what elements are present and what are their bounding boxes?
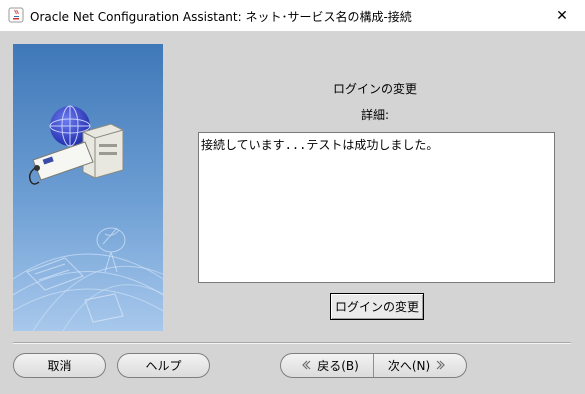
footer-separator xyxy=(13,342,571,344)
cancel-button[interactable]: 取消 xyxy=(13,353,106,378)
cancel-label: 取消 xyxy=(47,359,72,373)
chevron-left-icon xyxy=(301,359,311,373)
help-button[interactable]: ヘルプ xyxy=(117,353,210,378)
chevron-right-icon xyxy=(436,359,446,373)
change-login-button[interactable]: ログインの変更 xyxy=(330,293,424,320)
close-icon: ✕ xyxy=(556,7,568,24)
details-text: 接続しています...テストは成功しました。 xyxy=(201,138,439,152)
java-app-icon xyxy=(8,7,24,23)
next-label: 次へ(N) xyxy=(387,359,431,373)
next-button[interactable]: 次へ(N) xyxy=(374,354,466,377)
help-label: ヘルプ xyxy=(145,359,182,373)
back-button[interactable]: 戻る(B) xyxy=(281,354,373,377)
details-textarea[interactable]: 接続しています...テストは成功しました。 xyxy=(198,132,555,283)
change-login-label: ログインの変更 xyxy=(334,300,419,314)
page-heading: ログインの変更 xyxy=(332,82,417,96)
details-label: 詳細: xyxy=(360,108,390,122)
title-bar[interactable]: Oracle Net Configuration Assistant: ネット･… xyxy=(0,0,585,32)
navigation-button-group: 戻る(B) 次へ(N) xyxy=(280,353,467,378)
dialog-window: Oracle Net Configuration Assistant: ネット･… xyxy=(0,0,585,394)
back-label: 戻る(B) xyxy=(317,359,359,373)
window-title: Oracle Net Configuration Assistant: ネット･… xyxy=(30,10,412,24)
close-button[interactable]: ✕ xyxy=(539,0,585,31)
wizard-side-image xyxy=(13,44,163,331)
